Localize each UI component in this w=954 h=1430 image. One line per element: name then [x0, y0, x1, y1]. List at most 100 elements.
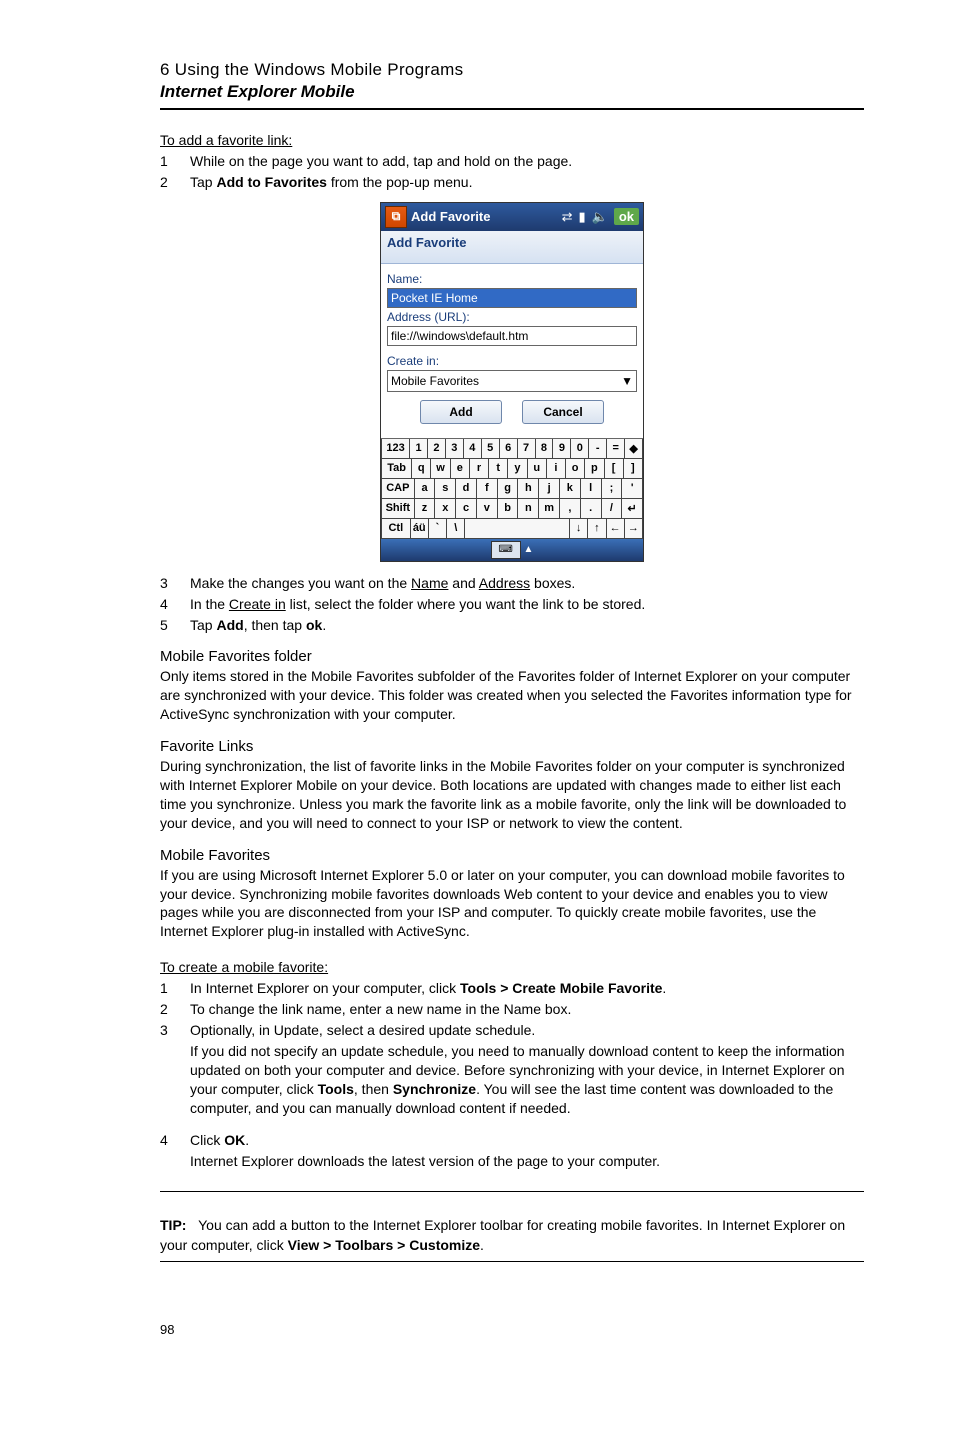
sip-key[interactable]: y [508, 459, 527, 479]
sip-key[interactable]: CAP [381, 479, 415, 499]
sip-key[interactable]: e [451, 459, 470, 479]
sip-key[interactable]: 0 [571, 439, 589, 459]
sip-key[interactable]: u [528, 459, 547, 479]
sip-key[interactable]: s [435, 479, 456, 499]
list-item: 3Optionally, in Update, select a desired… [160, 1021, 864, 1040]
sip-key[interactable]: b [498, 499, 519, 519]
sip-key[interactable]: 2 [428, 439, 446, 459]
sip-key[interactable]: 8 [536, 439, 554, 459]
sip-key[interactable]: - [589, 439, 607, 459]
sip-key[interactable]: . [581, 499, 602, 519]
step-2: 2 Tap Add to Favorites from the pop-up m… [160, 173, 864, 192]
createin-select[interactable]: Mobile Favorites ▼ [387, 370, 637, 392]
sip-key[interactable]: = [607, 439, 625, 459]
dialog-header: Add Favorite [381, 231, 643, 264]
add-favorite-heading: To add a favorite link: [160, 132, 864, 148]
sip-key[interactable]: l [581, 479, 602, 499]
sip-key[interactable]: 5 [482, 439, 500, 459]
sip-key[interactable]: d [456, 479, 477, 499]
sip-key[interactable]: t [489, 459, 508, 479]
add-favorite-steps: 1 While on the page you want to add, tap… [160, 152, 864, 192]
sip-key[interactable]: ` [429, 519, 447, 539]
after-shot-steps: 3Make the changes you want on the Name a… [160, 574, 864, 635]
sip-key[interactable]: j [539, 479, 560, 499]
mf-title: Mobile Favorites [160, 847, 864, 864]
sip-key[interactable]: c [456, 499, 477, 519]
add-favorite-screenshot: ⧉ Add Favorite ⇄ ▮ 🔈 ok Add Favorite Nam… [380, 202, 644, 562]
sip-key[interactable]: v [477, 499, 498, 519]
header-rule [160, 108, 864, 110]
step3-subtext: If you did not specify an update schedul… [190, 1042, 864, 1118]
sip-key[interactable]: / [602, 499, 623, 519]
sip-key[interactable]: ↵ [622, 499, 643, 519]
start-flag-icon[interactable]: ⧉ [385, 206, 407, 228]
sip-key[interactable]: i [547, 459, 566, 479]
sip-key[interactable]: ] [624, 459, 643, 479]
sip-key[interactable]: a [415, 479, 436, 499]
step4-subtext: Internet Explorer downloads the latest v… [190, 1152, 864, 1171]
address-field[interactable] [387, 326, 637, 346]
sip-key[interactable]: 123 [381, 439, 410, 459]
sip-key[interactable]: m [539, 499, 560, 519]
step-1: 1 While on the page you want to add, tap… [160, 152, 864, 171]
sip-key[interactable]: r [470, 459, 489, 479]
signal-icon[interactable]: ▮ [578, 209, 585, 225]
create-mobile-heading: To create a mobile favorite: [160, 959, 864, 975]
list-item: 1In Internet Explorer on your computer, … [160, 979, 864, 998]
sip-key[interactable]: 6 [500, 439, 518, 459]
sip-key[interactable]: ↑ [588, 519, 606, 539]
sip-key[interactable]: ◆ [625, 439, 643, 459]
sip-key[interactable]: ; [602, 479, 623, 499]
sip-key[interactable]: ↓ [570, 519, 588, 539]
connectivity-icon[interactable]: ⇄ [562, 209, 573, 225]
add-button[interactable]: Add [420, 400, 502, 424]
sip-key[interactable]: , [560, 499, 581, 519]
create-mobile-step4: 4Click OK. [160, 1131, 864, 1150]
speaker-icon[interactable]: 🔈 [592, 209, 608, 225]
sip-key[interactable]: p [585, 459, 604, 479]
sip-key[interactable]: Ctl [381, 519, 411, 539]
fl-para: During synchronization, the list of favo… [160, 757, 864, 833]
cancel-button[interactable]: Cancel [522, 400, 604, 424]
create-mobile-steps: 1In Internet Explorer on your computer, … [160, 979, 864, 1040]
soft-keyboard[interactable]: 1231234567890-=◆ Tabqwertyuiop[] CAPasdf… [381, 438, 643, 561]
sip-key[interactable]: 3 [446, 439, 464, 459]
sip-key[interactable]: 7 [518, 439, 536, 459]
sip-key[interactable]: q [412, 459, 431, 479]
address-label: Address (URL): [387, 310, 637, 324]
sip-key[interactable]: z [415, 499, 436, 519]
sip-key[interactable]: ' [622, 479, 643, 499]
sip-key[interactable]: \ [447, 519, 465, 539]
tip-label: TIP: [160, 1217, 186, 1233]
name-field[interactable] [387, 288, 637, 308]
mff-para: Only items stored in the Mobile Favorite… [160, 667, 864, 724]
keyboard-icon[interactable]: ⌨ [491, 541, 521, 559]
ok-button[interactable]: ok [614, 208, 639, 225]
sip-up-icon[interactable]: ▲ [524, 544, 534, 555]
sip-key[interactable]: [ [605, 459, 624, 479]
sip-key[interactable]: n [518, 499, 539, 519]
sip-key[interactable] [465, 519, 570, 539]
sip-key[interactable]: k [560, 479, 581, 499]
sip-key[interactable]: h [518, 479, 539, 499]
header-chapter: 6 Using the Windows Mobile Programs [160, 60, 864, 80]
sip-key[interactable]: → [625, 519, 643, 539]
sip-key[interactable]: x [435, 499, 456, 519]
sip-key[interactable]: f [477, 479, 498, 499]
sip-key[interactable]: w [431, 459, 450, 479]
createin-label: Create in: [387, 354, 637, 368]
page-number: 98 [160, 1322, 864, 1337]
sip-key[interactable]: 1 [410, 439, 428, 459]
list-item: 2To change the link name, enter a new na… [160, 1000, 864, 1019]
sip-key[interactable]: o [566, 459, 585, 479]
sip-key[interactable]: áü [411, 519, 429, 539]
sip-key[interactable]: ← [607, 519, 625, 539]
name-label: Name: [387, 272, 637, 286]
sip-key[interactable]: Shift [381, 499, 415, 519]
sip-key[interactable]: 9 [553, 439, 571, 459]
sip-key[interactable]: 4 [464, 439, 482, 459]
sip-key[interactable]: g [498, 479, 519, 499]
sip-toggle-bar[interactable]: ⌨ ▲ [381, 539, 643, 561]
mf-para: If you are using Microsoft Internet Expl… [160, 866, 864, 942]
sip-key[interactable]: Tab [381, 459, 412, 479]
